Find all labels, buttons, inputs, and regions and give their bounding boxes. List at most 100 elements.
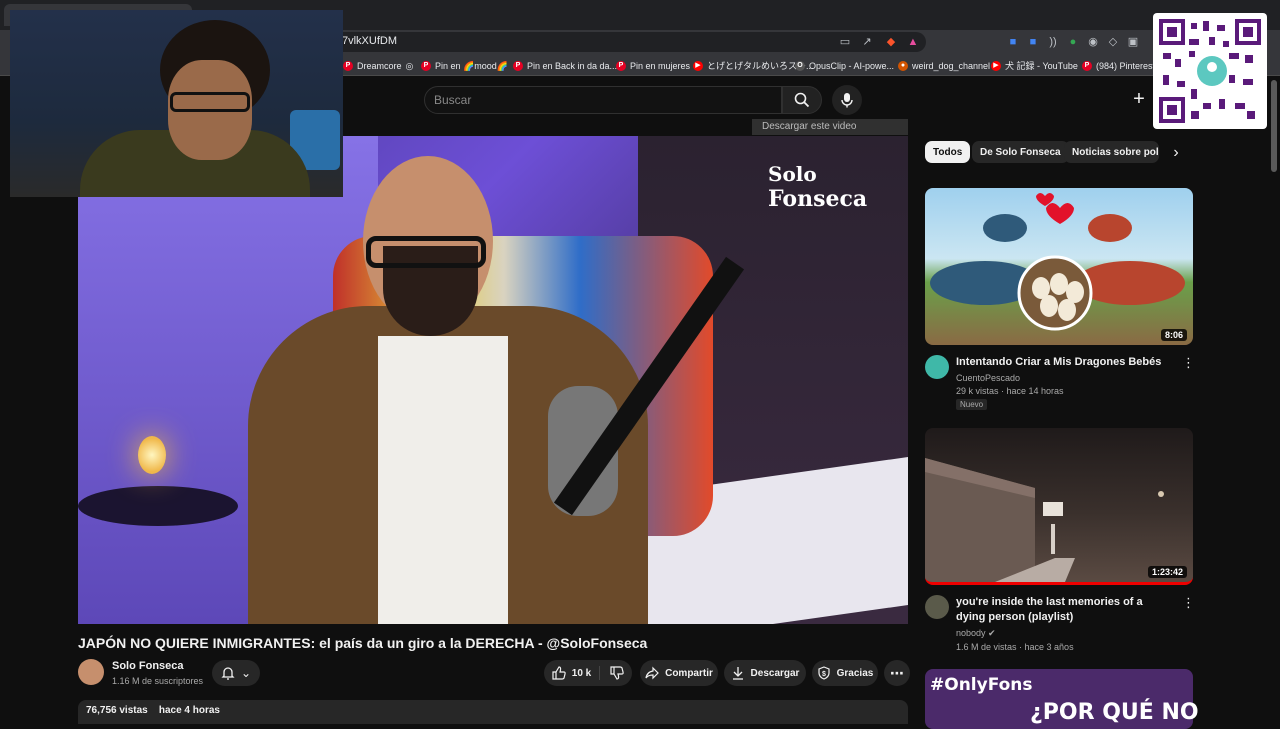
share-button[interactable]: Compartir (640, 660, 718, 686)
brave-rewards-icon[interactable]: ▲ (906, 35, 920, 49)
bookmark-item[interactable]: ● weird_dog_channel (898, 59, 990, 73)
rec-channel-avatar[interactable] (925, 595, 949, 619)
opusclip-icon: O (795, 61, 805, 71)
channel-watermark-line1: Solo (768, 162, 817, 186)
bookmark-item[interactable]: ▶ 犬 記録 - YouTube (991, 59, 1078, 73)
plus-icon: + (1133, 88, 1145, 110)
rec-channel-avatar[interactable] (925, 355, 949, 379)
cast-icon[interactable]: ▭ (838, 35, 852, 49)
like-count: 10 k (571, 667, 592, 679)
search-input[interactable] (434, 92, 764, 108)
extension-translate-icon[interactable]: ■ (1006, 35, 1020, 49)
channel-avatar[interactable] (78, 659, 104, 685)
share-label: Compartir (665, 667, 713, 679)
bookmark-item[interactable]: P Pin en 🌈mood🌈 (421, 59, 508, 73)
extension-icon[interactable]: ■ (1026, 35, 1040, 49)
thumbnail-art (930, 193, 1185, 331)
extension-vpn-icon[interactable]: ◉ (1086, 35, 1100, 49)
rec-channel-name[interactable]: CuentoPescado (956, 373, 1020, 383)
bookmark-item[interactable]: O OpusClip - AI-powe... (795, 59, 894, 73)
emoji-icon: ◎ (405, 61, 414, 71)
chevron-right-icon[interactable]: › (1166, 143, 1186, 163)
more-vertical-icon[interactable]: ⋮ (1182, 355, 1195, 371)
super-thanks-icon: $ (818, 666, 830, 680)
qr-code-image (1153, 13, 1267, 129)
video-player[interactable]: Solo Fonseca (78, 136, 908, 624)
thanks-button[interactable]: $ Gracias (812, 660, 878, 686)
pinterest-icon: P (421, 61, 431, 71)
youtube-icon: ▶ (991, 61, 1001, 71)
video-frame-shirt (378, 336, 508, 624)
description-box[interactable]: 76,756 vistas hace 4 horas (78, 700, 908, 724)
subscriber-count: 1.16 M de suscriptores (112, 676, 204, 686)
youtube-icon: ▶ (693, 61, 703, 71)
download-video-overlay[interactable]: Descargar este video (752, 119, 908, 135)
pinterest-icon: P (616, 61, 626, 71)
brave-shield-icon[interactable]: ◆ (884, 35, 898, 49)
webcam-person-glasses (170, 92, 250, 112)
rec-title[interactable]: Intentando Criar a Mis Dragones Bebés (956, 355, 1172, 370)
chip-all[interactable]: Todos (925, 141, 971, 163)
bell-icon (221, 667, 235, 680)
pinterest-icon: P (343, 61, 353, 71)
more-horizontal-icon: ⋯ (890, 664, 904, 681)
bookmark-item[interactable]: P (984) Pinterest (1082, 59, 1155, 73)
download-icon (732, 667, 743, 680)
dog-icon: ● (898, 61, 908, 71)
like-button[interactable]: 10 k (552, 666, 601, 680)
share-icon (645, 666, 659, 680)
verified-icon: ✔ (988, 628, 996, 638)
rec-thumbnail[interactable]: 8:06 (925, 188, 1193, 345)
bookmark-item[interactable]: P Pin en mujeres (616, 59, 690, 73)
video-frame-lamp (138, 436, 166, 474)
address-bar-url[interactable]: 7vlkXUfDM (342, 35, 397, 47)
search-button[interactable] (782, 86, 822, 114)
rec-thumbnail[interactable]: 1:23:42 (925, 428, 1193, 585)
rec-channel-name[interactable]: nobody ✔ (956, 628, 996, 639)
more-actions-button[interactable]: ⋯ (884, 660, 910, 686)
download-button[interactable]: Descargar (724, 660, 806, 686)
thanks-label: Gracias (836, 667, 874, 679)
rec-title[interactable]: you're inside the last memories of a dyi… (956, 595, 1172, 625)
voice-search-button[interactable] (832, 85, 862, 115)
video-title: JAPÓN NO QUIERE INMIGRANTES: el país da … (78, 635, 648, 651)
search-icon (794, 92, 810, 108)
svg-text:$: $ (822, 671, 826, 678)
chip-from-channel[interactable]: De Solo Fonseca (972, 141, 1069, 163)
microphone-icon (841, 93, 853, 108)
qr-pattern (1159, 19, 1261, 123)
view-count: 76,756 vistas (86, 705, 148, 716)
chevron-down-icon: ⌄ (240, 666, 252, 680)
address-bar[interactable] (330, 32, 926, 52)
extension-puzzle-icon[interactable]: ▣ (1126, 35, 1140, 49)
share-page-icon[interactable]: ↗ (860, 35, 874, 49)
bookmark-item[interactable]: P Dreamcore ◎ (343, 59, 413, 73)
pinterest-icon: P (1082, 61, 1092, 71)
rec-meta: 1.6 M de vistas · hace 3 años (956, 642, 1074, 652)
like-dislike-group: 10 k (544, 660, 632, 686)
extension-shield-icon[interactable]: ◇ (1106, 35, 1120, 49)
thumbnail-text: #OnlyFons (930, 675, 1033, 695)
pinterest-icon: P (513, 61, 523, 71)
video-frame-table (78, 486, 238, 526)
subscribed-notifications-button[interactable]: ⌄ (212, 660, 260, 686)
video-duration: 1:23:42 (1147, 566, 1187, 578)
extension-green-icon[interactable]: ● (1066, 35, 1080, 49)
webcam-overlay (10, 10, 343, 197)
create-button[interactable]: + (1124, 88, 1154, 112)
video-duration: 8:06 (1160, 329, 1187, 341)
video-frame-glasses (366, 236, 486, 268)
bookmark-item[interactable]: P Pin en Back in da da... (513, 59, 617, 73)
more-vertical-icon[interactable]: ⋮ (1182, 595, 1195, 611)
new-badge: Nuevo (956, 399, 988, 410)
thumbs-down-icon (610, 666, 624, 680)
channel-watermark-line2: Fonseca (768, 186, 868, 212)
rec-meta: 29 k vistas · hace 14 horas (956, 386, 1064, 396)
page-scrollbar[interactable] (1271, 80, 1277, 172)
dislike-button[interactable] (606, 666, 624, 680)
thumbnail-art (925, 458, 1164, 582)
chip-politics-news[interactable]: Noticias sobre política (1064, 141, 1159, 163)
channel-name[interactable]: Solo Fonseca (112, 660, 184, 672)
thumbnail-text: ¿POR QUÉ NO (1030, 700, 1199, 725)
extension-audio-icon[interactable]: )) (1046, 35, 1060, 49)
